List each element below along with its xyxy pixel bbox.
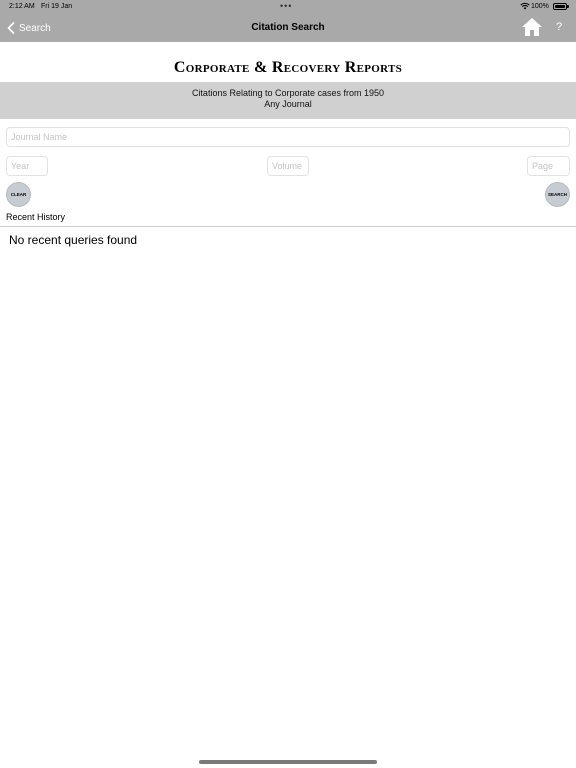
clear-button-label: CLEAR: [10, 192, 27, 197]
status-date: Fri 19 Jan: [41, 3, 73, 10]
brand-title: Corporate & Recovery Reports: [173, 59, 403, 76]
home-indicator[interactable]: [199, 760, 377, 764]
volume-input[interactable]: [267, 156, 309, 176]
battery-percentage: 100%: [531, 3, 549, 10]
navigation-bar: 2:12 AM Fri 19 Jan ••• 100% Search Citat…: [0, 0, 576, 42]
page-input[interactable]: [527, 156, 570, 176]
page-title: Citation Search: [251, 22, 325, 33]
status-bar: 2:12 AM Fri 19 Jan ••• 100%: [0, 0, 576, 13]
citation-scope-banner: Citations Relating to Corporate cases fr…: [0, 82, 576, 119]
status-time: 2:12 AM: [9, 3, 35, 10]
banner-line-scope: Citations Relating to Corporate cases fr…: [191, 88, 385, 98]
recent-history-heading: Recent History: [6, 212, 66, 222]
divider: [0, 226, 576, 227]
clear-button[interactable]: CLEAR: [6, 182, 31, 207]
battery-icon: [553, 3, 569, 10]
multitasking-dots[interactable]: •••: [280, 1, 292, 11]
search-button[interactable]: SEARCH: [545, 182, 570, 207]
banner-line-journal: Any Journal: [264, 99, 312, 109]
empty-history-message: No recent queries found: [9, 233, 138, 247]
year-input[interactable]: [6, 156, 48, 176]
help-button[interactable]: ?: [556, 21, 562, 33]
journal-name-input[interactable]: [6, 127, 570, 147]
search-button-label: SEARCH: [547, 192, 567, 197]
wifi-icon: [520, 2, 530, 10]
home-icon[interactable]: [521, 17, 543, 37]
